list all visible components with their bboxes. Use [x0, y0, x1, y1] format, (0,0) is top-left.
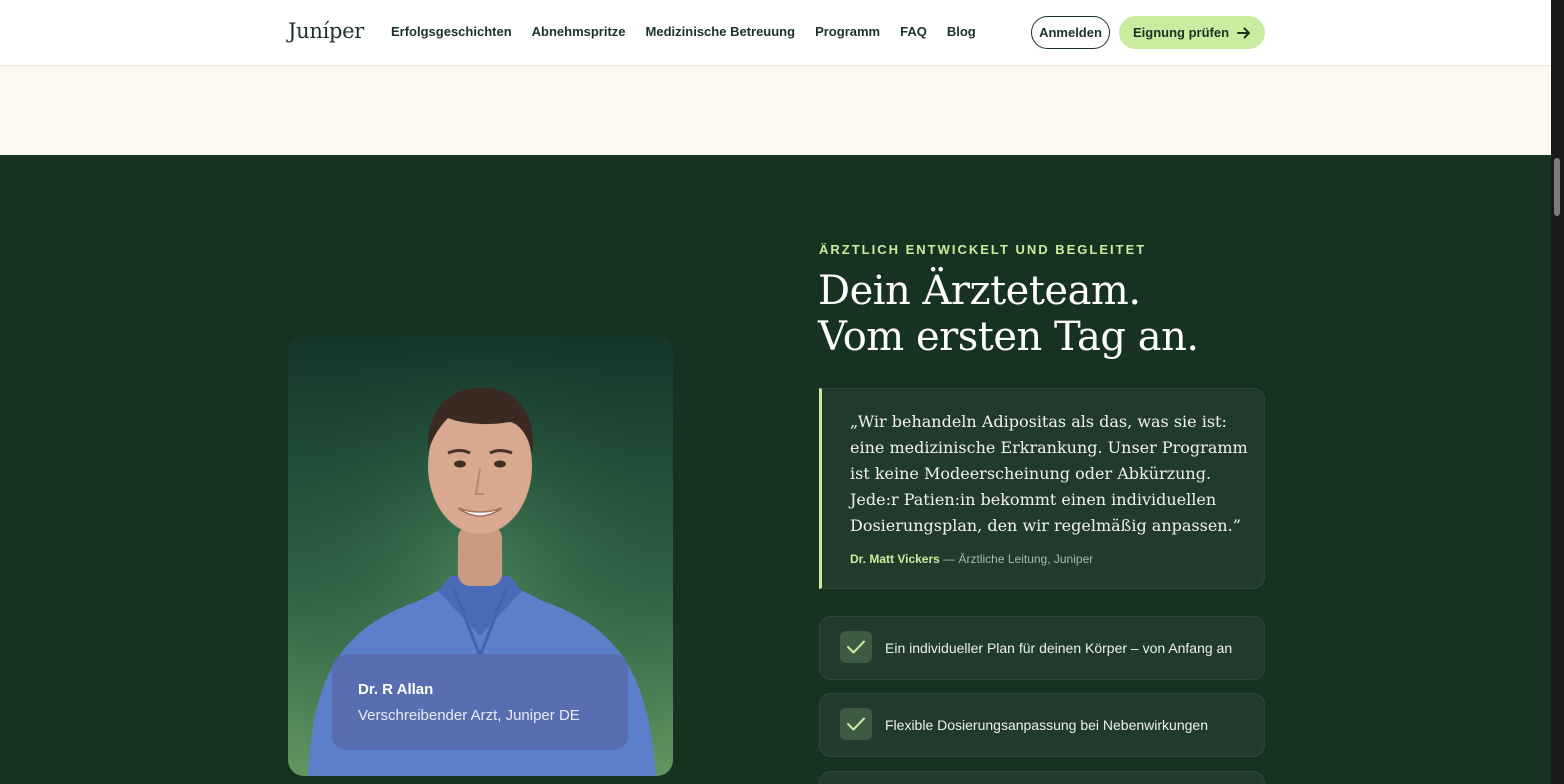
nav-item-medizinische-betreuung[interactable]: Medizinische Betreuung	[646, 24, 796, 39]
feature-item-partial	[819, 771, 1265, 784]
juniper-logo[interactable]: Juníper	[288, 19, 364, 43]
doctor-team-section	[0, 155, 1551, 784]
doctor-name: Dr. R Allan	[358, 681, 434, 698]
quote-text: „Wir behandeln Adipositas als das, was s…	[850, 412, 1248, 535]
feature-text: Flexible Dosierungsanpassung bei Nebenwi…	[885, 717, 1208, 733]
section-headline: Dein Ärzteteam. Vom ersten Tag an.	[818, 268, 1199, 360]
login-button[interactable]: Anmelden	[1031, 16, 1110, 49]
doctor-role: Verschreibender Arzt, Juniper DE	[358, 707, 580, 724]
arrow-right-icon	[1237, 27, 1251, 38]
page-scrollbar[interactable]	[1551, 0, 1564, 784]
quote-card: „Wir behandeln Adipositas als das, was s…	[819, 388, 1265, 589]
nav-item-abnehmspritze[interactable]: Abnehmspritze	[532, 24, 626, 39]
main-nav: Erfolgsgeschichten Abnehmspritze Medizin…	[391, 24, 996, 39]
nav-item-faq[interactable]: FAQ	[900, 24, 927, 39]
nav-item-blog[interactable]: Blog	[947, 24, 976, 39]
doctor-photo-card: Dr. R Allan Verschreibender Arzt, Junipe…	[288, 336, 673, 776]
eligibility-check-label: Eignung prüfen	[1132, 25, 1230, 40]
doctor-name-plate: Dr. R Allan Verschreibender Arzt, Junipe…	[332, 654, 628, 750]
nav-item-programm[interactable]: Programm	[815, 24, 880, 39]
check-icon	[840, 708, 872, 740]
check-icon	[840, 631, 872, 663]
headline-line-2: Vom ersten Tag an.	[818, 314, 1199, 360]
scrollbar-thumb[interactable]	[1554, 158, 1560, 216]
feature-item: Flexible Dosierungsanpassung bei Nebenwi…	[819, 693, 1265, 757]
cream-band	[0, 66, 1551, 155]
quote-attribution: Dr. Matt Vickers — Ärztliche Leitung, Ju…	[850, 552, 1093, 566]
feature-text: Ein individueller Plan für deinen Körper…	[885, 640, 1233, 656]
section-eyebrow: ÄRZTLICH ENTWICKELT UND BEGLEITET	[819, 242, 1147, 257]
quote-author-name: Dr. Matt Vickers	[850, 552, 940, 566]
top-navigation-bar: Juníper Erfolgsgeschichten Abnehmspritze…	[0, 0, 1551, 66]
headline-line-1: Dein Ärzteteam.	[818, 268, 1141, 314]
feature-item: Ein individueller Plan für deinen Körper…	[819, 616, 1265, 680]
quote-author-role: — Ärztliche Leitung, Juniper	[939, 552, 1094, 566]
nav-item-erfolgsgeschichten[interactable]: Erfolgsgeschichten	[391, 24, 512, 39]
eligibility-check-button[interactable]: Eignung prüfen	[1119, 16, 1265, 49]
